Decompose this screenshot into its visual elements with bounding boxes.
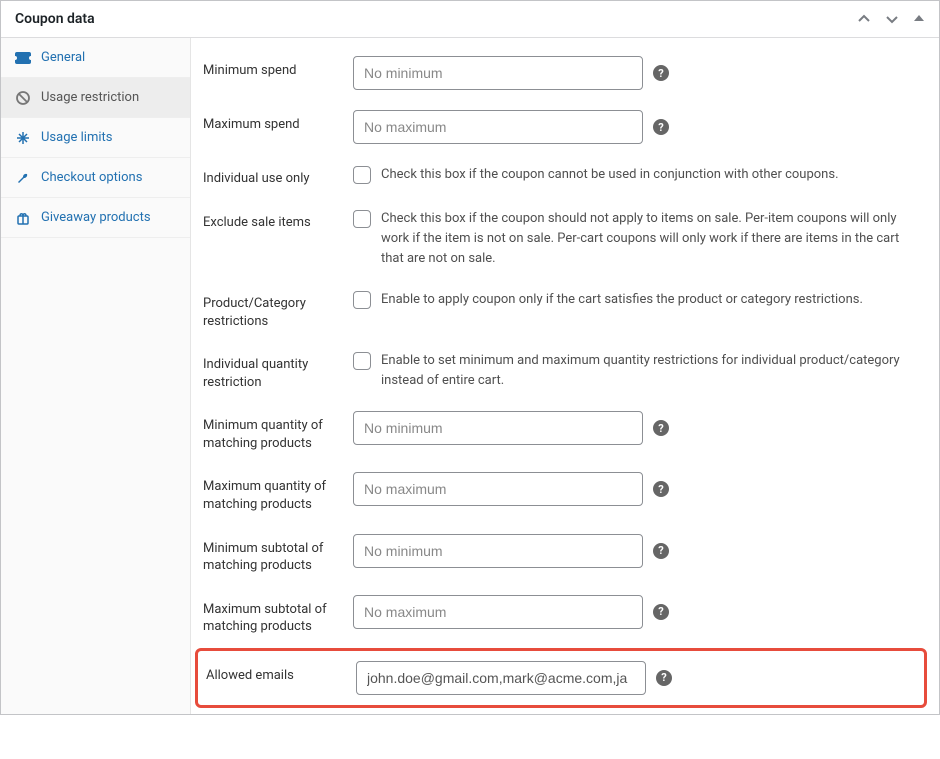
allowed-emails-input[interactable] xyxy=(356,661,646,695)
main-content: Minimum spend ? Maximum spend ? Individu… xyxy=(191,38,939,714)
panel-actions xyxy=(857,12,925,26)
move-up-icon[interactable] xyxy=(857,12,871,26)
minimum-spend-input[interactable] xyxy=(353,56,643,90)
help-icon[interactable]: ? xyxy=(653,119,669,135)
block-icon xyxy=(15,91,31,105)
label-minimum-spend: Minimum spend xyxy=(203,56,353,80)
limits-icon xyxy=(15,131,31,145)
individual-quantity-desc: Enable to set minimum and maximum quanti… xyxy=(381,350,919,391)
sidebar-item-usage-restriction[interactable]: Usage restriction xyxy=(1,78,190,118)
allowed-emails-highlight: Allowed emails ? xyxy=(195,648,927,708)
product-category-desc: Enable to apply coupon only if the cart … xyxy=(381,289,863,310)
min-subtotal-input[interactable] xyxy=(353,534,643,568)
exclude-sale-checkbox[interactable] xyxy=(353,210,371,228)
individual-quantity-checkbox[interactable] xyxy=(353,352,371,370)
product-category-checkbox[interactable] xyxy=(353,291,371,309)
help-icon[interactable]: ? xyxy=(653,604,669,620)
row-product-category-restrictions: Product/Category restrictions Enable to … xyxy=(203,279,919,340)
individual-use-desc: Check this box if the coupon cannot be u… xyxy=(381,164,839,185)
sidebar-item-general[interactable]: General xyxy=(1,38,190,78)
label-individual-quantity: Individual quantity restriction xyxy=(203,350,353,391)
label-max-subtotal: Maximum subtotal of matching products xyxy=(203,595,353,636)
row-individual-use: Individual use only Check this box if th… xyxy=(203,154,919,198)
panel-header: Coupon data xyxy=(1,1,939,38)
min-qty-input[interactable] xyxy=(353,411,643,445)
sidebar-label: Checkout options xyxy=(41,170,142,185)
row-maximum-spend: Maximum spend ? xyxy=(203,100,919,154)
sidebar: General Usage restriction Usage limits C… xyxy=(1,38,191,714)
coupon-data-panel: Coupon data General Usage restriction Us… xyxy=(0,0,940,715)
row-individual-quantity: Individual quantity restriction Enable t… xyxy=(203,340,919,401)
row-minimum-spend: Minimum spend ? xyxy=(203,46,919,100)
toggle-panel-icon[interactable] xyxy=(913,12,925,26)
sidebar-item-checkout-options[interactable]: Checkout options xyxy=(1,158,190,198)
label-allowed-emails: Allowed emails xyxy=(206,661,356,685)
sidebar-item-usage-limits[interactable]: Usage limits xyxy=(1,118,190,158)
gift-icon xyxy=(15,211,31,225)
row-max-subtotal: Maximum subtotal of matching products ? xyxy=(203,585,919,646)
row-min-qty: Minimum quantity of matching products ? xyxy=(203,401,919,462)
move-down-icon[interactable] xyxy=(885,12,899,26)
label-min-subtotal: Minimum subtotal of matching products xyxy=(203,534,353,575)
sidebar-label: General xyxy=(41,50,85,65)
label-maximum-spend: Maximum spend xyxy=(203,110,353,134)
label-product-category: Product/Category restrictions xyxy=(203,289,353,330)
help-icon[interactable]: ? xyxy=(653,481,669,497)
row-min-subtotal: Minimum subtotal of matching products ? xyxy=(203,524,919,585)
panel-body: General Usage restriction Usage limits C… xyxy=(1,38,939,714)
help-icon[interactable]: ? xyxy=(653,543,669,559)
help-icon[interactable]: ? xyxy=(656,670,672,686)
maximum-spend-input[interactable] xyxy=(353,110,643,144)
individual-use-checkbox[interactable] xyxy=(353,166,371,184)
wrench-icon xyxy=(15,171,31,185)
sidebar-label: Giveaway products xyxy=(41,210,151,225)
exclude-sale-desc: Check this box if the coupon should not … xyxy=(381,208,919,269)
label-max-qty: Maximum quantity of matching products xyxy=(203,472,353,513)
label-individual-use: Individual use only xyxy=(203,164,353,188)
row-exclude-sale: Exclude sale items Check this box if the… xyxy=(203,198,919,279)
ticket-icon xyxy=(15,52,31,64)
max-subtotal-input[interactable] xyxy=(353,595,643,629)
sidebar-item-giveaway-products[interactable]: Giveaway products xyxy=(1,198,190,238)
help-icon[interactable]: ? xyxy=(653,65,669,81)
label-min-qty: Minimum quantity of matching products xyxy=(203,411,353,452)
panel-title: Coupon data xyxy=(15,11,95,27)
row-max-qty: Maximum quantity of matching products ? xyxy=(203,462,919,523)
sidebar-label: Usage limits xyxy=(41,130,112,145)
row-allowed-emails: Allowed emails ? xyxy=(206,657,916,699)
max-qty-input[interactable] xyxy=(353,472,643,506)
help-icon[interactable]: ? xyxy=(653,420,669,436)
label-exclude-sale: Exclude sale items xyxy=(203,208,353,232)
sidebar-label: Usage restriction xyxy=(41,90,139,105)
